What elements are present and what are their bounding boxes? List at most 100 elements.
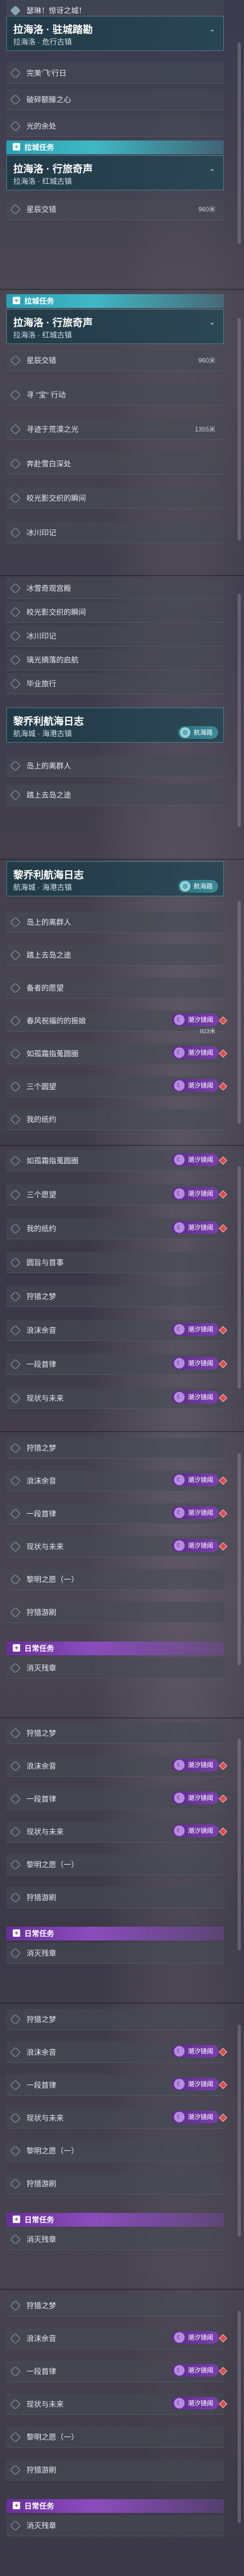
quest-row[interactable]: 狩猎之梦: [6, 2295, 224, 2316]
quest-row[interactable]: 如孤霜指蒐圆圈 ☾ 潮汐镜阈: [6, 1150, 228, 1171]
quest-row[interactable]: 破碎额滕之心: [6, 89, 224, 110]
quest-row[interactable]: 岛上的离群人: [6, 755, 224, 777]
quest-row[interactable]: 冰川印记: [6, 522, 224, 543]
quest-row[interactable]: 一段首律 ☾ 潮汐镜阈: [6, 1788, 228, 1810]
region-tag[interactable]: ☾ 潮汐镜阈: [171, 1539, 219, 1552]
quest-row[interactable]: 皎光影交织的瞬间: [6, 488, 224, 509]
quest-row[interactable]: 一段首律 ☾ 潮汐镜阈: [6, 2361, 228, 2382]
quest-row[interactable]: 璃光摘落的启航: [6, 649, 224, 671]
quest-row[interactable]: 踏上去岛之途: [6, 945, 224, 966]
quest-row[interactable]: 如孤霜指蒐圆圈 ☾ 潮汐镜阈: [6, 1043, 228, 1064]
quest-group-header[interactable]: 黎乔利航海日志 航海城 · 海港古镇 ◎ 航海路: [6, 708, 224, 743]
quest-row[interactable]: 三个圆望 ☾ 潮汐镜阈: [6, 1076, 228, 1097]
scrollbar[interactable]: [238, 318, 241, 541]
quest-row[interactable]: 现状与未来 ☾ 潮汐镜阈: [6, 1388, 228, 1409]
quest-row[interactable]: 浪沫余音 ☾ 潮汐镜阈: [6, 2328, 228, 2349]
quest-row[interactable]: 消灭残章: [6, 2515, 224, 2536]
scrollbar[interactable]: [238, 1166, 241, 1389]
region-tag[interactable]: ☾ 潮汐镜阈: [171, 1323, 219, 1336]
scrollbar[interactable]: [238, 1739, 241, 1951]
region-tag[interactable]: ☾ 潮汐镜阈: [171, 1474, 219, 1486]
quest-category-bar[interactable]: + 日常任务: [6, 1927, 224, 1940]
quest-row[interactable]: 狩猎之梦: [6, 1723, 224, 1744]
region-tag[interactable]: ☾ 潮汐镜阈: [171, 1506, 219, 1519]
quest-row[interactable]: 一段首律 ☾ 潮汐镜阈: [6, 1503, 228, 1524]
nav-tag[interactable]: ◎ 航海路: [177, 726, 218, 739]
quest-row[interactable]: 寻 "宝" 行动: [6, 384, 224, 405]
quest-row[interactable]: 消灭残章: [6, 2229, 224, 2250]
quest-row[interactable]: 狩猎之梦: [6, 2009, 224, 2030]
quest-group-header[interactable]: 拉海洛 · 驻城踏勘 拉海洛 · 危行古镇 ⌃: [6, 16, 224, 51]
scrollbar[interactable]: [238, 594, 241, 827]
quest-row[interactable]: 消灭残章: [6, 1943, 224, 1964]
region-tag[interactable]: ☾ 潮汐镜阈: [171, 2045, 219, 2058]
quest-row[interactable]: 一段首律 ☾ 潮汐镜阈: [6, 2075, 228, 2096]
quest-category-bar[interactable]: + 日常任务: [6, 1642, 224, 1655]
region-tag[interactable]: ☾ 潮汐镜阈: [171, 2111, 219, 2123]
quest-row[interactable]: 春风祝福的的振娘 ☾ 潮汐镜阈 923米: [6, 1010, 228, 1035]
quest-row[interactable]: 皎光影交织的瞬间: [6, 602, 224, 623]
region-tag[interactable]: ☾ 潮汐镜阈: [171, 1187, 219, 1200]
quest-row[interactable]: 现状与未来 ☾ 潮汐镜阈: [6, 2394, 228, 2415]
quest-row[interactable]: 圆旨与首事: [6, 1252, 224, 1273]
quest-group-header[interactable]: 黎乔利航海日志 航海城 · 海港古镇 ◎ 航海路: [6, 861, 224, 896]
quest-row[interactable]: 冰川印记: [6, 625, 224, 647]
nav-tag[interactable]: ◎ 航海路: [177, 880, 218, 893]
quest-row[interactable]: 黎明之愿（一）: [6, 1854, 224, 1875]
quest-row[interactable]: 三个愿望 ☾ 潮汐镜阈: [6, 1184, 228, 1205]
chevron-up-icon[interactable]: ⌃: [207, 28, 217, 38]
quest-row[interactable]: 浪沫余音 ☾ 潮汐镜阈: [6, 1320, 228, 1341]
region-tag[interactable]: ☾ 潮汐镜阈: [171, 1357, 219, 1370]
quest-row[interactable]: 浪沫余音 ☾ 潮汐镜阈: [6, 2042, 228, 2063]
quest-row[interactable]: 毕业旅行: [6, 673, 224, 694]
quest-row[interactable]: 狩猎游刷: [6, 2459, 224, 2481]
quest-row[interactable]: 岛上的离群人: [6, 912, 224, 933]
quest-row[interactable]: 现状与未来 ☾ 潮汐镜阈: [6, 1536, 228, 1557]
region-tag[interactable]: ☾ 潮汐镜阈: [171, 1391, 219, 1404]
quest-row[interactable]: 星辰交错 960米: [6, 350, 224, 371]
quest-row[interactable]: 浪沫余音 ☾ 潮汐镜阈: [6, 1470, 228, 1492]
region-tag[interactable]: ☾ 潮汐镜阈 923米: [171, 1013, 219, 1035]
quest-category-bar[interactable]: + 拉城任务: [6, 294, 224, 308]
quest-row[interactable]: 现状与未来 ☾ 潮汐镜阈: [6, 2107, 228, 2129]
region-tag[interactable]: ☾ 潮汐镜阈: [171, 1221, 219, 1234]
region-tag[interactable]: ☾ 潮汐镜阈: [171, 2078, 219, 2090]
quest-group-header[interactable]: 拉海洛 · 行旅奇声 拉海洛 · 红城古镇 ⌃: [6, 309, 224, 344]
region-tag[interactable]: ☾ 潮汐镜阈: [171, 1046, 219, 1059]
scrollbar[interactable]: [238, 2311, 241, 2523]
quest-row[interactable]: 黎明之愿（一）: [6, 2140, 224, 2162]
quest-row[interactable]: 一段首律 ☾ 潮汐镜阈: [6, 1354, 228, 1375]
quest-category-bar[interactable]: + 日常任务: [6, 2499, 224, 2513]
region-tag[interactable]: ☾ 潮汐镜阈: [171, 2331, 219, 2344]
quest-row[interactable]: 备者的愿望: [6, 977, 224, 999]
region-tag[interactable]: ☾ 潮汐镜阈: [171, 1792, 219, 1804]
quest-row[interactable]: 奔赴雪白深处: [6, 453, 224, 474]
quest-row[interactable]: 消灭残章: [6, 1657, 224, 1679]
quest-category-bar[interactable]: + 日常任务: [6, 2213, 224, 2227]
quest-row[interactable]: 光的余处: [6, 116, 224, 137]
quest-row[interactable]: 星辰交错 960米: [6, 199, 224, 220]
quest-row[interactable]: 冰雪奇观宫殿: [6, 578, 224, 599]
quest-row[interactable]: 狩猎之梦: [6, 1437, 224, 1459]
chevron-up-icon[interactable]: ⌃: [207, 167, 217, 177]
quest-row[interactable]: 浪沫余音 ☾ 潮汐镜阈: [6, 1755, 228, 1777]
quest-row[interactable]: 寻迹于荒漠之光 1355米: [6, 419, 224, 440]
quest-row[interactable]: 踏上去岛之途: [6, 784, 224, 806]
scrollbar[interactable]: [238, 42, 241, 244]
quest-row[interactable]: 狩猎游刷: [6, 1602, 224, 1623]
region-tag[interactable]: ☾ 潮汐镜阈: [171, 1079, 219, 1092]
quest-row[interactable]: 完美'飞'行日: [6, 63, 224, 84]
quest-row[interactable]: 我的纸约 ☾ 潮汐镜阈: [6, 1218, 228, 1239]
quest-group-header[interactable]: 拉海洛 · 行旅奇声 拉海洛 · 红城古镇 ⌃: [6, 155, 224, 190]
scrollbar[interactable]: [238, 1453, 241, 1665]
quest-row[interactable]: 狩猎之梦: [6, 1286, 224, 1307]
quest-row[interactable]: 现状与未来 ☾ 潮汐镜阈: [6, 1821, 228, 1842]
region-tag[interactable]: ☾ 潮汐镜阈: [171, 1759, 219, 1771]
quest-row[interactable]: 狩猎游刷: [6, 1887, 224, 1908]
quest-row[interactable]: 黎明之愿（一）: [6, 2427, 224, 2448]
region-tag[interactable]: ☾ 潮汐镜阈: [171, 1153, 219, 1166]
quest-row[interactable]: 黎明之愿（一）: [6, 1569, 224, 1590]
quest-category-bar[interactable]: + 拉城任务: [6, 140, 224, 154]
chevron-up-icon[interactable]: ⌃: [207, 321, 217, 331]
region-tag[interactable]: ☾ 潮汐镜阈: [171, 1824, 219, 1837]
